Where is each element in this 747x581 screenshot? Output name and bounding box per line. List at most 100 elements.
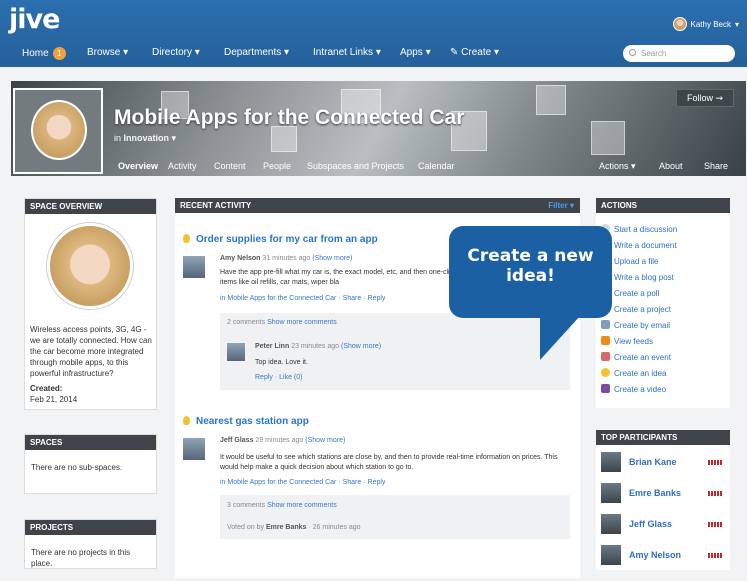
tab-overview[interactable]: Overview: [118, 161, 158, 171]
action-create-idea[interactable]: Create an idea: [601, 368, 666, 378]
participant-name: Jeff Glass: [629, 519, 673, 529]
jive-logo[interactable]: jive: [9, 4, 60, 35]
nav-browse[interactable]: Browse ▾: [87, 47, 128, 58]
nav-create-label: Create: [461, 47, 492, 58]
comment-show-more-link[interactable]: (Show more): [341, 343, 381, 350]
follow-button[interactable]: Follow ⇝: [676, 89, 734, 107]
idea-icon: [183, 234, 190, 243]
tab-calendar[interactable]: Calendar: [418, 161, 455, 171]
space-parent-link[interactable]: Innovation: [124, 133, 170, 143]
nav-create[interactable]: ✎ Create ▾: [450, 47, 499, 58]
participant[interactable]: Brian Kane: [601, 452, 677, 472]
comment-reply-link[interactable]: Reply: [255, 374, 273, 381]
participant-avatar: [601, 514, 621, 534]
comment-body: Top idea. Love it.: [255, 359, 308, 366]
callout-line1: Create a new: [467, 246, 594, 266]
recent-activity-title: RECENT ACTIVITY: [180, 201, 252, 210]
item-time: 31 minutes ago: [262, 255, 311, 262]
participant[interactable]: Emre Banks: [601, 483, 681, 503]
follow-icon: ⇝: [715, 93, 724, 103]
space-overview-panel: SPACE OVERVIEW Wireless access points, 3…: [24, 198, 157, 410]
user-menu[interactable]: Kathy Beck ▾: [672, 17, 739, 31]
action-create-video[interactable]: Create a video: [601, 384, 666, 394]
idea-icon: [183, 416, 190, 425]
share-link[interactable]: Share: [343, 479, 362, 486]
show-more-link[interactable]: (Show more): [312, 255, 352, 262]
tab-people[interactable]: People: [263, 161, 291, 171]
participant[interactable]: Amy Nelson: [601, 545, 681, 565]
tab-activity[interactable]: Activity: [168, 161, 197, 171]
item-links: in Mobile Apps for the Connected Car · S…: [220, 295, 386, 302]
comments-count: 3 comments Show more comments: [227, 502, 337, 509]
nav-home[interactable]: Home 1: [22, 47, 66, 60]
chevron-down-icon: ▾: [734, 19, 739, 29]
nav-directory[interactable]: Directory ▾: [152, 47, 200, 58]
tab-share[interactable]: Share: [704, 161, 728, 171]
projects-empty-text: There are no projects in this place.: [31, 548, 131, 568]
item-body: It would be useful to see which stations…: [220, 454, 558, 471]
callout-bubble: Create a new idea!: [449, 226, 612, 318]
filter-dropdown[interactable]: Filter ▾: [548, 198, 574, 213]
spaces-heading: SPACES: [25, 435, 156, 450]
filter-label: Filter: [548, 201, 568, 210]
share-link[interactable]: Share: [343, 295, 362, 302]
comment-author[interactable]: Peter Linn: [255, 343, 289, 350]
activity-item-title[interactable]: Order supplies for my car from an app: [183, 234, 378, 245]
action-start-discussion[interactable]: Start a discussion: [601, 224, 677, 234]
action-write-document[interactable]: Write a document: [601, 240, 677, 250]
voted-by[interactable]: Emre Banks: [266, 524, 306, 531]
tab-actions-label: Actions: [599, 161, 629, 171]
action-label: Create an event: [614, 353, 671, 362]
action-label: View feeds: [614, 337, 653, 346]
action-create-by-email[interactable]: Create by email: [601, 320, 670, 330]
nav-departments[interactable]: Departments ▾: [224, 47, 289, 58]
top-navigation-bar: jive Kathy Beck ▾ Home 1 Browse ▾ Directo…: [0, 0, 747, 67]
activity-item-title[interactable]: Nearest gas station app: [183, 416, 309, 427]
show-more-comments-link[interactable]: Show more comments: [267, 502, 337, 509]
participant-name: Emre Banks: [629, 488, 682, 498]
space-overview-heading: SPACE OVERVIEW: [25, 199, 156, 214]
item-title-text: Nearest gas station app: [196, 416, 309, 427]
nav-apps[interactable]: Apps ▾: [400, 47, 431, 58]
author-avatar[interactable]: [183, 256, 205, 278]
participant-avatar: [601, 545, 621, 565]
reply-link[interactable]: Reply: [368, 295, 386, 302]
participant-avatar: [601, 452, 621, 472]
space-title: Mobile Apps for the Connected Car: [114, 106, 465, 129]
item-location[interactable]: in Mobile Apps for the Connected Car: [220, 295, 336, 302]
item-links: in Mobile Apps for the Connected Car · S…: [220, 479, 386, 486]
item-meta: Jeff Glass 29 minutes ago (Show more): [220, 437, 345, 444]
like-link[interactable]: Like (0): [279, 374, 302, 381]
reply-link[interactable]: Reply: [368, 479, 386, 486]
participation-level: [708, 491, 722, 496]
item-location[interactable]: in Mobile Apps for the Connected Car: [220, 479, 336, 486]
action-label: Start a discussion: [614, 225, 678, 234]
tab-actions[interactable]: Actions ▾: [599, 161, 636, 172]
space-parent: in Innovation ▾: [114, 133, 177, 143]
callout-line2: idea!: [506, 266, 555, 286]
created-label: Created:: [30, 384, 63, 393]
action-view-feeds[interactable]: View feeds: [601, 336, 653, 346]
author-name[interactable]: Jeff Glass: [220, 437, 253, 444]
notification-badge: 1: [52, 47, 66, 60]
actions-panel: ACTIONS Start a discussion Write a docum…: [596, 198, 730, 408]
follow-label: Follow: [686, 93, 713, 103]
participant[interactable]: Jeff Glass: [601, 514, 672, 534]
nav-browse-label: Browse: [87, 47, 121, 58]
voted-prefix: Voted on by: [227, 524, 264, 531]
author-name[interactable]: Amy Nelson: [220, 255, 260, 262]
show-more-link[interactable]: (Show more): [305, 437, 345, 444]
tab-subspaces[interactable]: Subspaces and Projects: [307, 161, 404, 171]
commenter-avatar[interactable]: [227, 343, 245, 361]
show-more-comments-link[interactable]: Show more comments: [267, 319, 337, 326]
nav-intranet-links[interactable]: Intranet Links ▾: [313, 47, 381, 58]
action-label: Create a project: [614, 305, 671, 314]
search-input[interactable]: Search: [623, 45, 735, 62]
author-avatar[interactable]: [183, 438, 205, 460]
user-avatar: [672, 17, 687, 31]
tab-about[interactable]: About: [659, 161, 683, 171]
rss-icon: [601, 336, 610, 345]
action-create-event[interactable]: Create an event: [601, 352, 671, 362]
tab-content[interactable]: Content: [214, 161, 246, 171]
actions-heading: ACTIONS: [596, 198, 730, 213]
